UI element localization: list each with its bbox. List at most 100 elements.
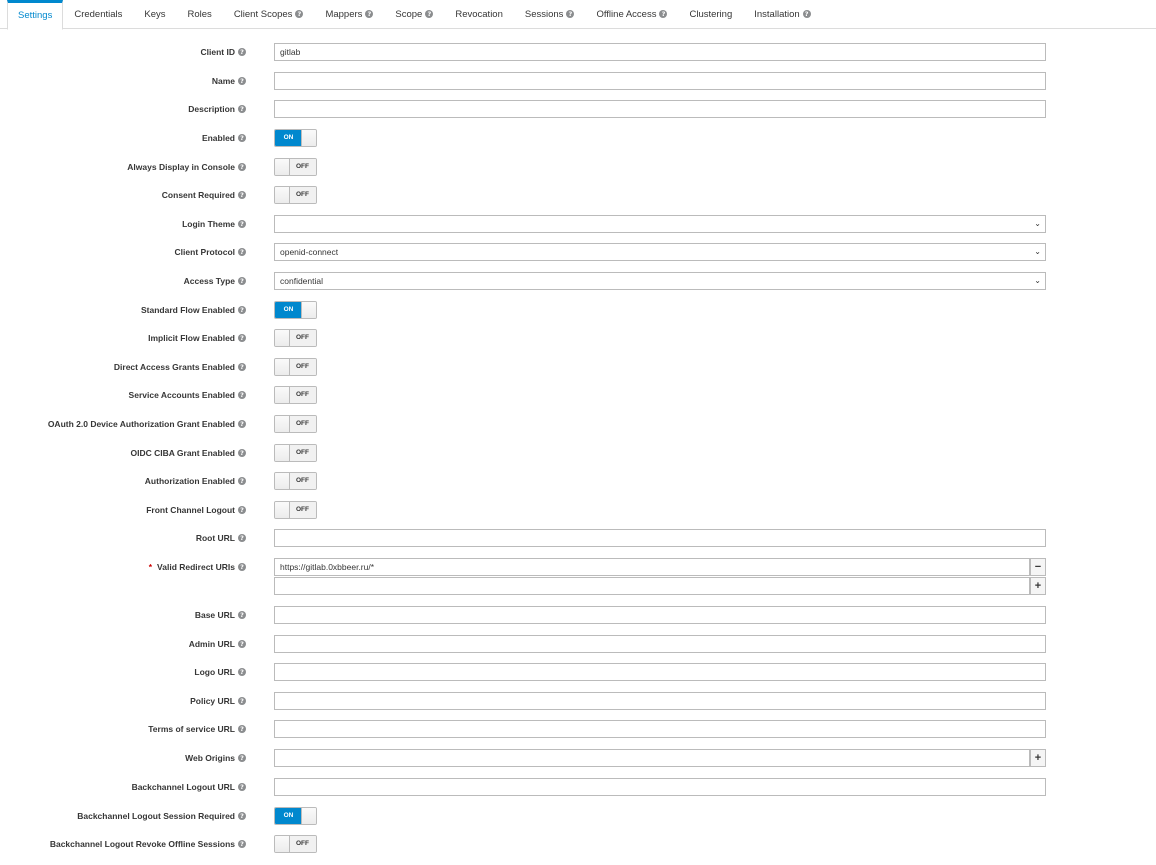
toggle-knob	[275, 416, 290, 432]
consent-required-toggle[interactable]: OFF	[274, 186, 317, 204]
help-icon[interactable]: ?	[238, 220, 246, 228]
tab-keys[interactable]: Keys	[133, 0, 176, 28]
service-accounts-label: Service Accounts Enabled?	[129, 385, 246, 405]
help-icon[interactable]: ?	[238, 248, 246, 256]
help-icon: ?	[425, 10, 434, 18]
help-icon[interactable]: ?	[238, 812, 246, 820]
help-icon[interactable]: ?	[238, 783, 246, 791]
root-url-input[interactable]	[274, 529, 1046, 547]
direct-access-toggle[interactable]: OFF	[274, 358, 317, 376]
help-icon[interactable]: ?	[238, 840, 246, 848]
help-icon[interactable]: ?	[238, 563, 246, 571]
row-enabled: Enabled? ON	[0, 128, 1156, 148]
description-input[interactable]	[274, 100, 1046, 118]
help-icon[interactable]: ?	[238, 640, 246, 648]
backchannel-revoke-offline-toggle[interactable]: OFF	[274, 835, 317, 853]
policy-url-input[interactable]	[274, 692, 1046, 710]
always-display-toggle[interactable]: OFF	[274, 158, 317, 176]
row-tos-url: Terms of service URL?	[0, 719, 1156, 739]
tab-revocation[interactable]: Revocation	[444, 0, 514, 28]
tab-mappers[interactable]: Mappers?	[314, 0, 384, 28]
backchannel-session-required-label: Backchannel Logout Session Required?	[77, 806, 246, 826]
help-icon[interactable]: ?	[238, 334, 246, 342]
help-icon[interactable]: ?	[238, 391, 246, 399]
toggle-off-label: OFF	[289, 473, 316, 489]
help-icon[interactable]: ?	[238, 420, 246, 428]
name-input[interactable]	[274, 72, 1046, 90]
help-icon[interactable]: ?	[238, 754, 246, 762]
device-grant-toggle[interactable]: OFF	[274, 415, 317, 433]
tab-roles[interactable]: Roles	[177, 0, 223, 28]
standard-flow-label: Standard Flow Enabled?	[141, 300, 246, 320]
tab-label: Settings	[18, 10, 53, 21]
remove-redirect-uri-button[interactable]: −	[1030, 558, 1046, 576]
toggle-on-label: ON	[275, 808, 302, 824]
help-icon[interactable]: ?	[238, 77, 246, 85]
authorization-label: Authorization Enabled?	[145, 471, 246, 491]
implicit-flow-toggle[interactable]: OFF	[274, 329, 317, 347]
enabled-toggle[interactable]: ON	[274, 129, 317, 147]
chevron-down-icon: ⌄	[1034, 276, 1041, 285]
help-icon[interactable]: ?	[238, 725, 246, 733]
backchannel-logout-url-label: Backchannel Logout URL?	[132, 777, 246, 797]
login-theme-select[interactable]: ⌄	[274, 215, 1046, 233]
tab-label: Roles	[187, 8, 212, 20]
help-icon[interactable]: ?	[238, 477, 246, 485]
tos-url-input[interactable]	[274, 720, 1046, 738]
tab-client-scopes[interactable]: Client Scopes?	[223, 0, 315, 28]
help-icon[interactable]: ?	[238, 105, 246, 113]
tab-installation[interactable]: Installation?	[743, 0, 821, 28]
tab-offline-access[interactable]: Offline Access?	[585, 0, 678, 28]
help-icon[interactable]: ?	[238, 449, 246, 457]
service-accounts-toggle[interactable]: OFF	[274, 386, 317, 404]
tab-clustering[interactable]: Clustering	[678, 0, 743, 28]
row-front-channel-logout: Front Channel Logout? OFF	[0, 500, 1156, 520]
name-label: Name?	[212, 71, 246, 91]
help-icon[interactable]: ?	[238, 534, 246, 542]
help-icon[interactable]: ?	[238, 668, 246, 676]
admin-url-input[interactable]	[274, 635, 1046, 653]
tab-sessions[interactable]: Sessions?	[514, 0, 586, 28]
help-icon[interactable]: ?	[238, 277, 246, 285]
device-grant-label: OAuth 2.0 Device Authorization Grant Ena…	[48, 414, 246, 434]
redirect-uri-input[interactable]: https://gitlab.0xbbeer.ru/*	[274, 558, 1030, 576]
policy-url-label: Policy URL?	[190, 691, 246, 711]
authorization-toggle[interactable]: OFF	[274, 472, 317, 490]
tab-credentials[interactable]: Credentials	[63, 0, 133, 28]
admin-url-label: Admin URL?	[189, 634, 246, 654]
add-redirect-uri-button[interactable]: +	[1030, 577, 1046, 595]
help-icon[interactable]: ?	[238, 134, 246, 142]
tab-settings[interactable]: Settings	[7, 0, 64, 30]
help-icon[interactable]: ?	[238, 363, 246, 371]
help-icon[interactable]: ?	[238, 163, 246, 171]
row-client-protocol: Client Protocol? openid-connect ⌄	[0, 242, 1156, 262]
base-url-input[interactable]	[274, 606, 1046, 624]
help-icon[interactable]: ?	[238, 48, 246, 56]
help-icon[interactable]: ?	[238, 506, 246, 514]
new-redirect-uri-input[interactable]	[274, 577, 1030, 595]
help-icon[interactable]: ?	[238, 191, 246, 199]
web-origins-input[interactable]	[274, 749, 1030, 767]
client-protocol-select[interactable]: openid-connect ⌄	[274, 243, 1046, 261]
tab-label: Mappers	[325, 8, 363, 20]
ciba-grant-toggle[interactable]: OFF	[274, 444, 317, 462]
access-type-value: confidential	[280, 276, 324, 286]
row-name: Name?	[0, 71, 1156, 91]
row-client-id: Client ID? gitlab	[0, 42, 1156, 62]
help-icon[interactable]: ?	[238, 306, 246, 314]
standard-flow-toggle[interactable]: ON	[274, 301, 317, 319]
row-base-url: Base URL?	[0, 605, 1156, 625]
add-web-origin-button[interactable]: +	[1030, 749, 1046, 767]
help-icon[interactable]: ?	[238, 697, 246, 705]
help-icon[interactable]: ?	[238, 611, 246, 619]
backchannel-logout-url-input[interactable]	[274, 778, 1046, 796]
client-id-input[interactable]: gitlab	[274, 43, 1046, 61]
backchannel-session-required-toggle[interactable]: ON	[274, 807, 317, 825]
tab-scope[interactable]: Scope?	[384, 0, 444, 28]
front-channel-logout-toggle[interactable]: OFF	[274, 501, 317, 519]
logo-url-input[interactable]	[274, 663, 1046, 681]
access-type-select[interactable]: confidential ⌄	[274, 272, 1046, 290]
toggle-knob	[301, 302, 316, 318]
client-protocol-label: Client Protocol?	[175, 242, 246, 262]
backchannel-revoke-offline-label: Backchannel Logout Revoke Offline Sessio…	[50, 834, 246, 854]
